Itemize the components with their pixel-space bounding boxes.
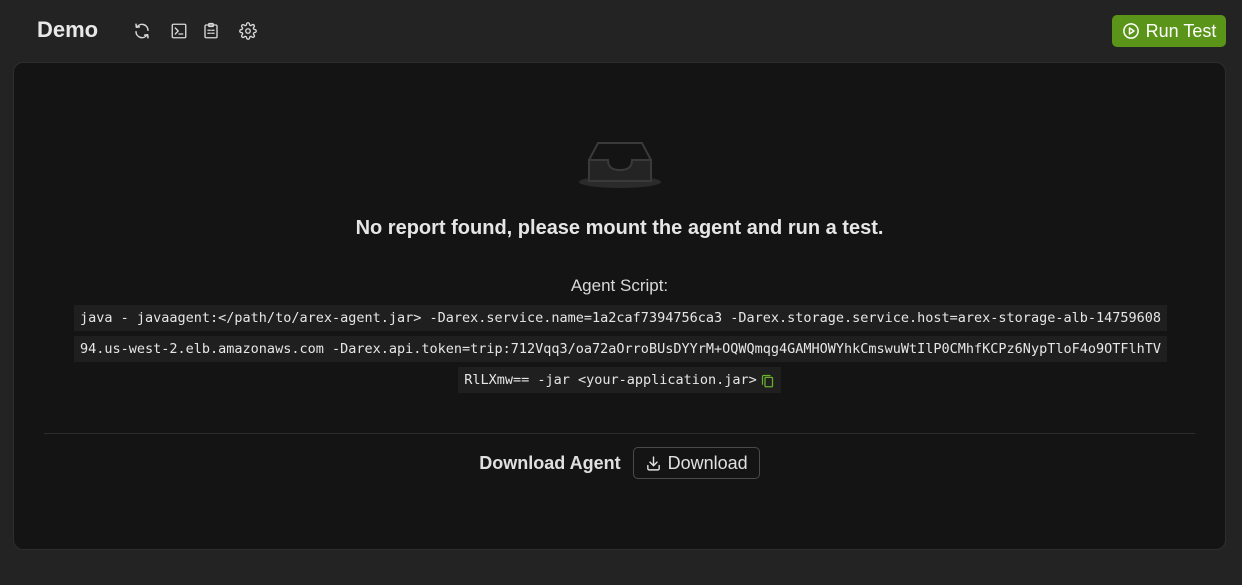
download-row: Download Agent Download (14, 447, 1225, 479)
play-circle-icon (1122, 23, 1139, 39)
run-test-label: Run Test (1145, 20, 1217, 41)
empty-message: No report found, please mount the agent … (355, 217, 884, 239)
download-button-label: Download (667, 452, 748, 473)
settings-icon[interactable] (238, 21, 258, 41)
agent-script-command[interactable]: java - javaagent:</path/to/arex-agent.ja… (74, 305, 1167, 393)
copy-icon[interactable] (760, 373, 775, 388)
page-title: Demo (37, 17, 99, 42)
terminal-icon[interactable] (169, 21, 189, 41)
agent-script-text: java - javaagent:</path/to/arex-agent.ja… (80, 310, 1161, 388)
empty-inbox-icon (579, 142, 661, 188)
run-test-button[interactable]: Run Test (1112, 15, 1226, 47)
divider (44, 433, 1195, 434)
header: Demo Run Test (0, 0, 1242, 62)
download-icon (646, 455, 660, 471)
agent-script-block: java - javaagent:</path/to/arex-agent.ja… (74, 303, 1167, 396)
report-icon[interactable] (201, 21, 221, 41)
download-agent-label: Download Agent (479, 452, 621, 473)
agent-script-label: Agent Script: (570, 276, 669, 295)
download-button[interactable]: Download (632, 447, 760, 479)
refresh-icon[interactable] (132, 21, 152, 41)
report-panel: No report found, please mount the agent … (13, 62, 1226, 550)
